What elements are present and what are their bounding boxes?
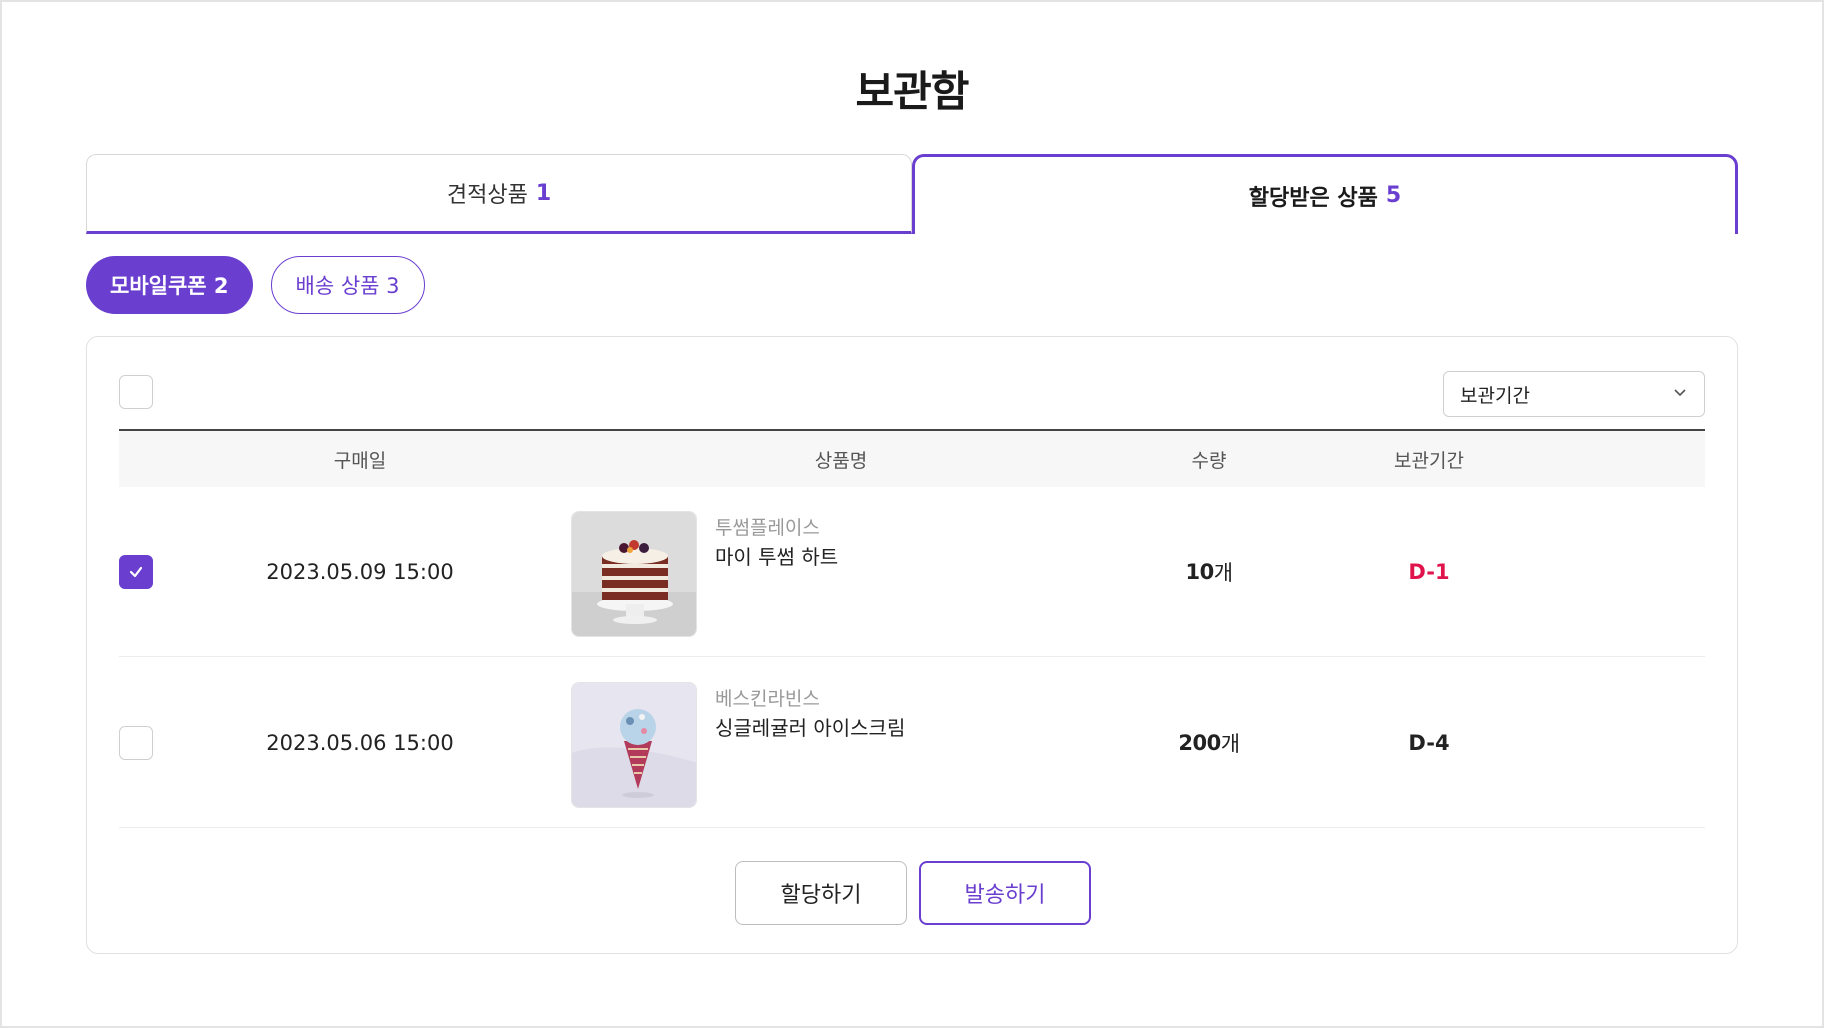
- header-purchase-date: 구매일: [333, 449, 387, 472]
- header-quantity: 수량: [1191, 449, 1227, 472]
- product-name[interactable]: 싱글레귤러 아이스크림: [715, 712, 905, 741]
- sort-select-value: 보관기간: [1460, 384, 1530, 407]
- tab-quote-products[interactable]: 견적상품 1: [86, 154, 912, 234]
- table-header: 구매일 상품명 수량 보관기간: [119, 429, 1705, 487]
- quantity: 200 개: [1119, 658, 1299, 828]
- product-name[interactable]: 마이 투썸 하트: [715, 541, 838, 570]
- tab-count: 1: [535, 180, 552, 206]
- cake-image: [571, 511, 697, 637]
- icecream-image: [571, 682, 697, 808]
- chip-mobile-coupon[interactable]: 모바일쿠폰 2: [86, 256, 253, 314]
- quantity-unit: 개: [1213, 561, 1233, 585]
- product-brand: 베스킨라빈스: [715, 688, 820, 710]
- tab-label: 견적상품: [446, 183, 528, 208]
- product-list-panel: 보관기간 구매일 상품명 수량 보관기간 2023.05.09 15:00 투썸…: [86, 336, 1738, 954]
- chip-delivery-products[interactable]: 배송 상품 3: [270, 256, 425, 314]
- header-storage-period: 보관기간: [1394, 449, 1464, 472]
- check-icon: [129, 566, 143, 578]
- storage-period: D-4: [1408, 731, 1450, 755]
- quantity-unit: 개: [1220, 732, 1240, 756]
- storage-period: D-1: [1408, 560, 1450, 584]
- purchase-date: 2023.05.09 15:00: [266, 560, 454, 584]
- header-product-name: 상품명: [814, 449, 868, 472]
- category-chips: 모바일쿠폰 2 배송 상품 3: [86, 256, 425, 314]
- page-title: 보관함: [855, 67, 970, 116]
- quantity: 10 개: [1119, 487, 1299, 657]
- table-row[interactable]: 2023.05.06 15:00 베스킨라빈스 싱글레귤러 아이스크림 200 개…: [119, 658, 1705, 828]
- quantity-value: 200: [1178, 731, 1221, 755]
- quantity-value: 10: [1185, 560, 1214, 584]
- send-button[interactable]: 발송하기: [919, 861, 1091, 925]
- purchase-date: 2023.05.06 15:00: [266, 731, 454, 755]
- tab-bar: 견적상품 1 할당받은 상품 5: [86, 154, 1738, 234]
- assign-button[interactable]: 할당하기: [735, 861, 907, 925]
- chevron-down-icon: [1672, 383, 1688, 405]
- tab-count: 5: [1385, 183, 1402, 208]
- row-checkbox[interactable]: [119, 555, 153, 589]
- row-checkbox[interactable]: [119, 726, 153, 760]
- select-all-checkbox[interactable]: [119, 375, 153, 409]
- product-brand: 투썸플레이스: [715, 517, 820, 539]
- action-buttons: 할당하기 발송하기: [87, 861, 1739, 925]
- tab-label: 할당받은 상품: [1248, 185, 1378, 211]
- sort-select[interactable]: 보관기간: [1443, 371, 1705, 417]
- tab-assigned-products[interactable]: 할당받은 상품 5: [912, 154, 1738, 234]
- table-row[interactable]: 2023.05.09 15:00 투썸플레이스 마이 투썸 하트 10 개 D-…: [119, 487, 1705, 657]
